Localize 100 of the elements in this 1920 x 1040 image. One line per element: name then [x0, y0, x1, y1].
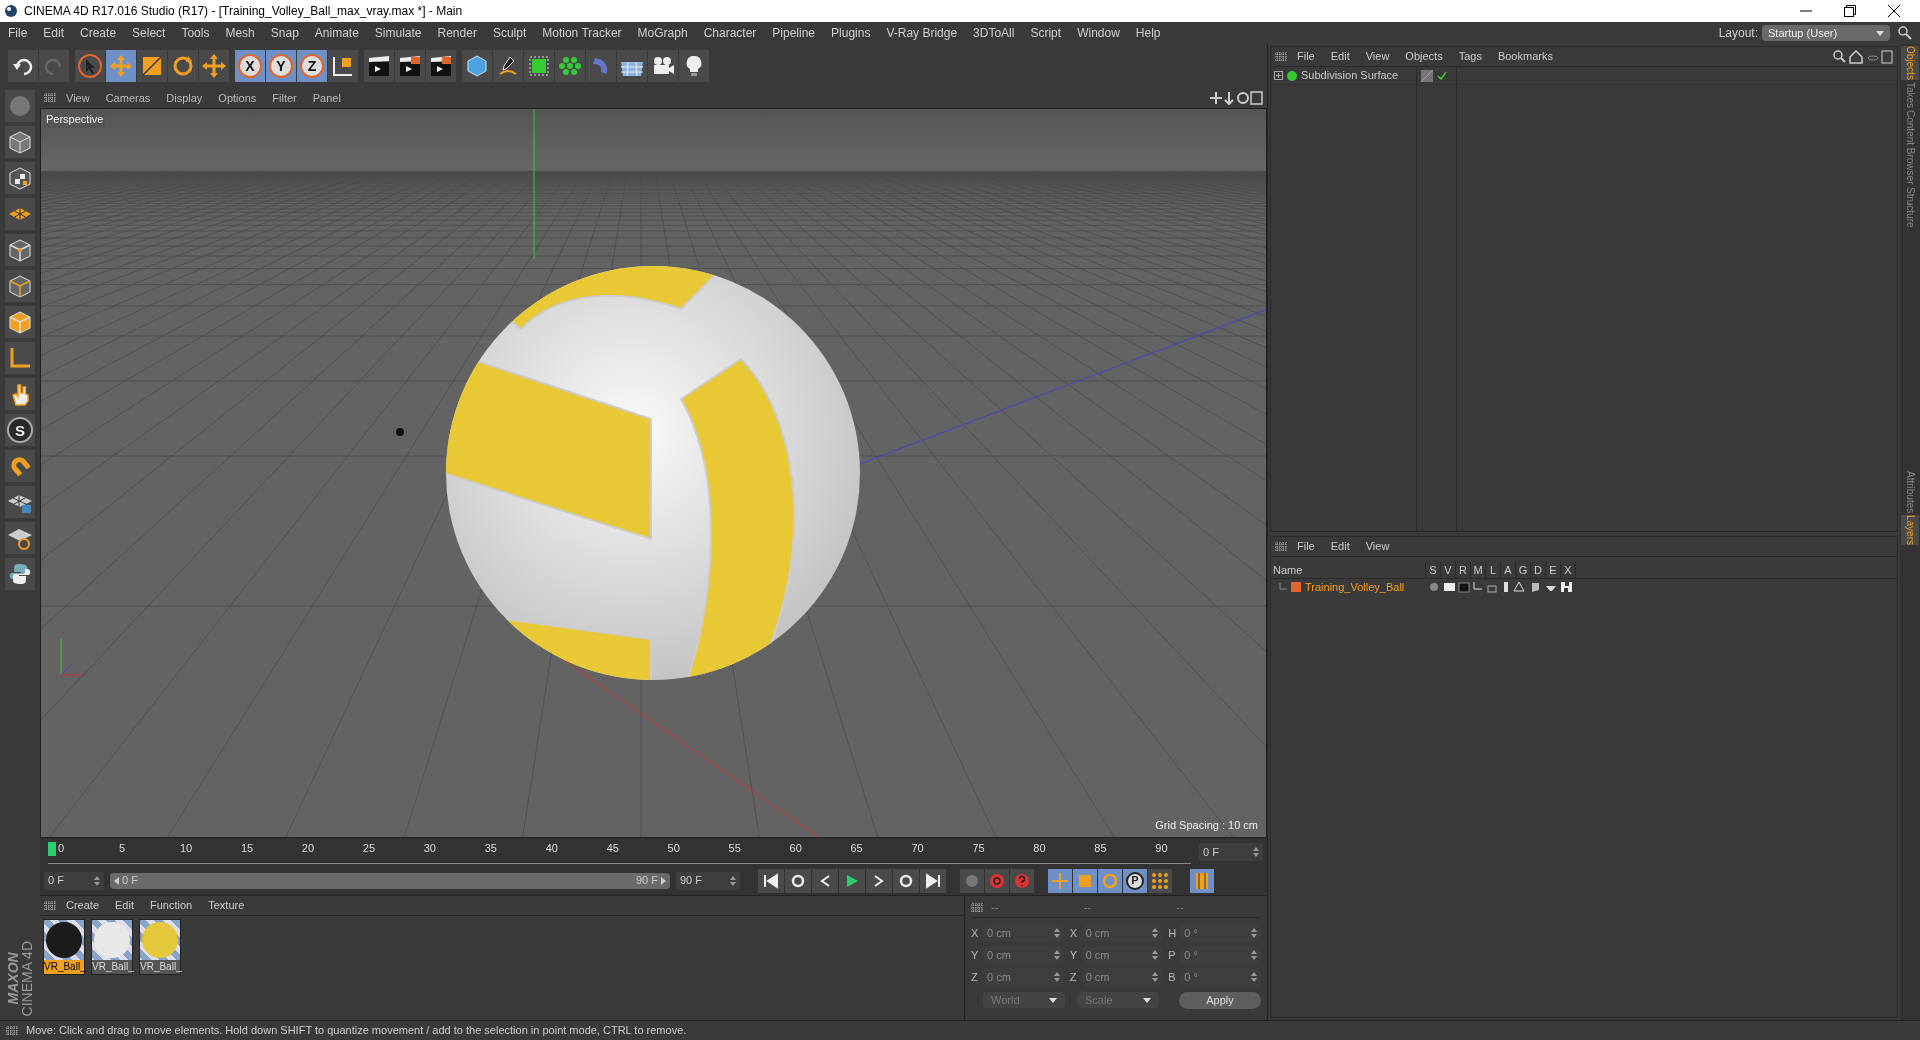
mode-button[interactable] — [5, 198, 35, 230]
menu-item[interactable]: V-Ray Bridge — [878, 24, 966, 42]
menu-item[interactable]: Animate — [306, 24, 367, 42]
mode-button[interactable] — [5, 306, 35, 338]
layer-name[interactable]: Training_Volley_Ball — [1305, 578, 1405, 596]
key-track-button[interactable] — [1073, 868, 1097, 893]
objects-menu-item[interactable]: Tags — [1452, 48, 1488, 65]
mode-button[interactable] — [5, 450, 35, 482]
axis-lock-button[interactable]: Z — [297, 50, 327, 82]
viewport-menu-item[interactable]: Filter — [266, 89, 303, 107]
playhead-marker[interactable] — [48, 842, 56, 856]
tool-button[interactable] — [168, 50, 198, 82]
side-tab[interactable]: Attributes — [1901, 471, 1919, 514]
object-button[interactable] — [493, 50, 523, 82]
autokey-button[interactable] — [1010, 868, 1034, 893]
playback-button[interactable] — [839, 868, 865, 893]
menu-item[interactable]: Window — [1069, 24, 1128, 42]
layers-menu-item[interactable]: File — [1291, 538, 1321, 555]
object-button[interactable] — [679, 50, 709, 82]
menu-item[interactable]: Script — [1022, 24, 1070, 42]
side-tab[interactable]: Objects — [1901, 46, 1919, 80]
keyframe-button[interactable] — [960, 868, 984, 893]
menu-item[interactable]: Mesh — [217, 24, 263, 42]
spinner-arrows-icon[interactable] — [1053, 972, 1060, 982]
menu-item[interactable]: Render — [429, 24, 485, 42]
objects-menu-item[interactable]: Edit — [1324, 48, 1356, 65]
spinner-arrows-icon[interactable] — [1152, 950, 1159, 960]
frame-range-slider[interactable]: 0 F 90 F — [110, 872, 670, 889]
spinner-arrows-icon[interactable] — [1253, 847, 1259, 857]
timeline-ruler[interactable]: 0 5 10 15 20 25 30 35 40 45 50 55 60 65 70 75 80 85 90 — [48, 840, 1191, 864]
viewport-menu-item[interactable]: Options — [212, 89, 263, 107]
mode-button[interactable] — [5, 162, 35, 194]
menu-item[interactable]: Motion Tracker — [534, 24, 630, 42]
menu-item[interactable]: Edit — [35, 24, 73, 42]
spinner-arrows-icon[interactable] — [1251, 972, 1257, 982]
material-menu-item[interactable]: Create — [60, 897, 106, 914]
mode-button[interactable] — [5, 342, 35, 374]
undo-button[interactable] — [8, 50, 38, 82]
spinner-arrows-icon[interactable] — [94, 875, 100, 886]
material-swatch[interactable]: VR_Ball_ — [91, 919, 133, 975]
layers-menu-item[interactable]: View — [1359, 538, 1396, 555]
timeline-button[interactable] — [1190, 868, 1214, 893]
layer-color-swatch[interactable] — [1291, 582, 1301, 592]
object-button[interactable] — [648, 50, 678, 82]
material-menu-item[interactable]: Edit — [109, 897, 140, 914]
menu-item[interactable]: 3DToAll — [965, 24, 1023, 42]
side-tab[interactable]: Content Browser — [1901, 110, 1919, 185]
mode-button[interactable] — [5, 234, 35, 266]
viewport-menu-item[interactable]: Display — [160, 89, 209, 107]
layers-menu-item[interactable]: Edit — [1324, 538, 1356, 555]
viewport-menu-item[interactable]: Cameras — [99, 89, 157, 107]
side-tab[interactable]: Structure — [1901, 186, 1919, 228]
side-tab[interactable]: Layers — [1901, 515, 1919, 546]
menu-item[interactable]: Select — [124, 24, 174, 42]
spinner-arrows-icon[interactable] — [1251, 950, 1257, 960]
search-icon[interactable] — [1833, 49, 1893, 64]
object-button[interactable] — [617, 50, 647, 82]
playback-button[interactable] — [812, 868, 838, 893]
render-settings-button[interactable] — [426, 50, 456, 82]
tool-button[interactable] — [137, 50, 167, 82]
viewport-navigation-icon[interactable] — [1209, 91, 1263, 105]
mode-button[interactable] — [5, 522, 35, 554]
mode-button[interactable] — [5, 486, 35, 518]
end-frame-field[interactable]: 90 F — [676, 871, 740, 890]
objects-menu-item[interactable]: File — [1291, 48, 1321, 65]
viewport-menu-item[interactable]: View — [60, 89, 96, 107]
apply-button[interactable]: Apply — [1179, 992, 1261, 1009]
menu-item[interactable]: MoGraph — [629, 24, 696, 42]
3d-viewport[interactable]: Perspective Grid Spacing : 10 cm — [40, 108, 1267, 838]
spinner-arrows-icon[interactable] — [1251, 928, 1257, 938]
spinner-arrows-icon[interactable] — [1152, 928, 1159, 938]
layout-dropdown[interactable]: Startup (User) — [1762, 25, 1890, 41]
spinner-arrows-icon[interactable] — [1053, 928, 1060, 938]
search-icon[interactable] — [1898, 26, 1912, 40]
key-track-button[interactable] — [1048, 868, 1072, 893]
material-swatch[interactable]: VR_Ball_ — [139, 919, 181, 975]
axis-lock-button[interactable]: X — [235, 50, 265, 82]
menu-item[interactable]: Character — [695, 24, 765, 42]
render-view-button[interactable] — [364, 50, 394, 82]
check-icon[interactable] — [1437, 70, 1447, 81]
key-track-button[interactable] — [1148, 868, 1172, 893]
object-button[interactable] — [462, 50, 492, 82]
objects-menu-item[interactable]: Bookmarks — [1491, 48, 1559, 65]
close-icon[interactable] — [1888, 5, 1900, 17]
playback-button[interactable] — [758, 868, 784, 893]
playback-button[interactable] — [920, 868, 946, 893]
spinner-arrows-icon[interactable] — [1053, 950, 1060, 960]
material-menu-item[interactable]: Function — [144, 897, 199, 914]
object-name[interactable]: Subdivision Surface — [1301, 67, 1399, 84]
key-track-button[interactable] — [1098, 868, 1122, 893]
render-picture-button[interactable] — [395, 50, 425, 82]
menu-item[interactable]: Sculpt — [484, 24, 535, 42]
spinner-arrows-icon[interactable] — [730, 875, 736, 886]
material-menu-item[interactable]: Texture — [202, 897, 251, 914]
playback-button[interactable] — [785, 868, 811, 893]
current-frame-field[interactable]: 0 F — [1199, 843, 1263, 861]
spinner-arrows-icon[interactable] — [1152, 972, 1159, 982]
tool-button[interactable] — [75, 50, 105, 82]
restore-icon[interactable] — [1844, 5, 1856, 17]
objects-menu-item[interactable]: Objects — [1399, 48, 1449, 65]
